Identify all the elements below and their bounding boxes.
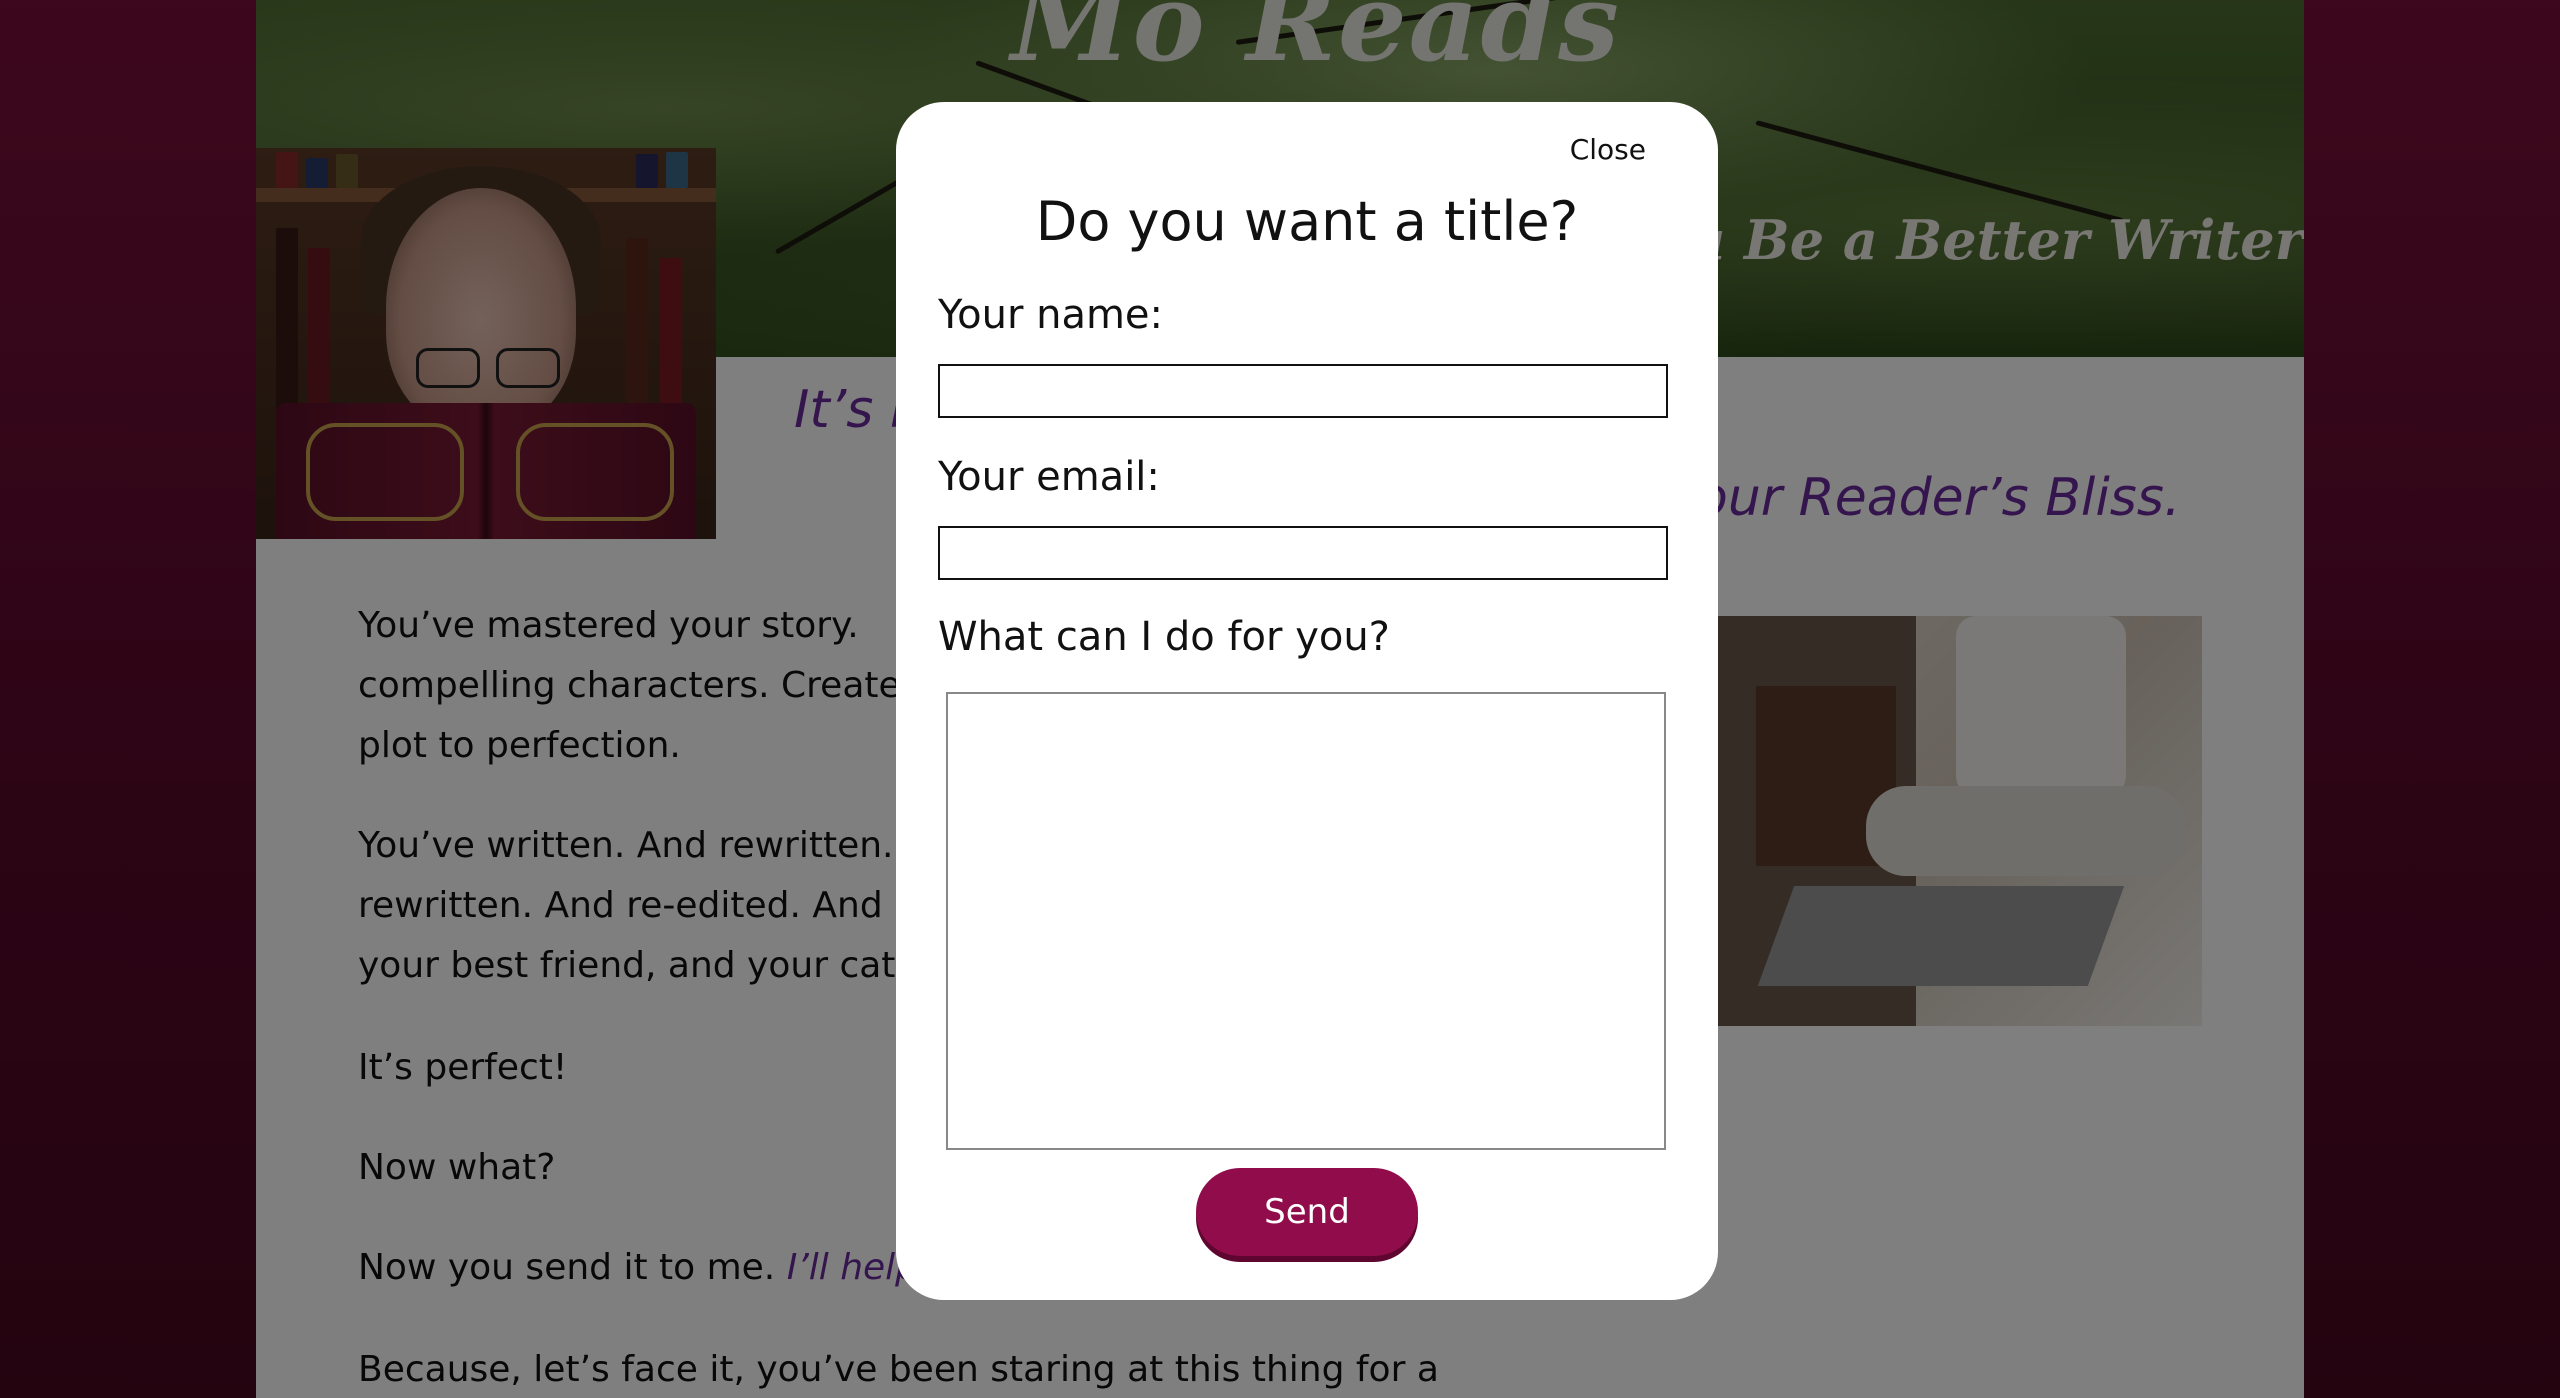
close-button[interactable]: Close [1564, 132, 1652, 167]
contact-modal: Close Do you want a title? Your name: Yo… [896, 102, 1718, 1300]
name-label: Your name: [938, 292, 1164, 338]
send-button[interactable]: Send [1196, 1168, 1418, 1256]
message-textarea[interactable] [946, 692, 1666, 1150]
modal-title: Do you want a title? [1035, 190, 1579, 253]
email-label: Your email: [938, 454, 1160, 500]
name-input[interactable] [938, 364, 1668, 418]
email-input[interactable] [938, 526, 1668, 580]
message-label: What can I do for you? [938, 614, 1390, 660]
